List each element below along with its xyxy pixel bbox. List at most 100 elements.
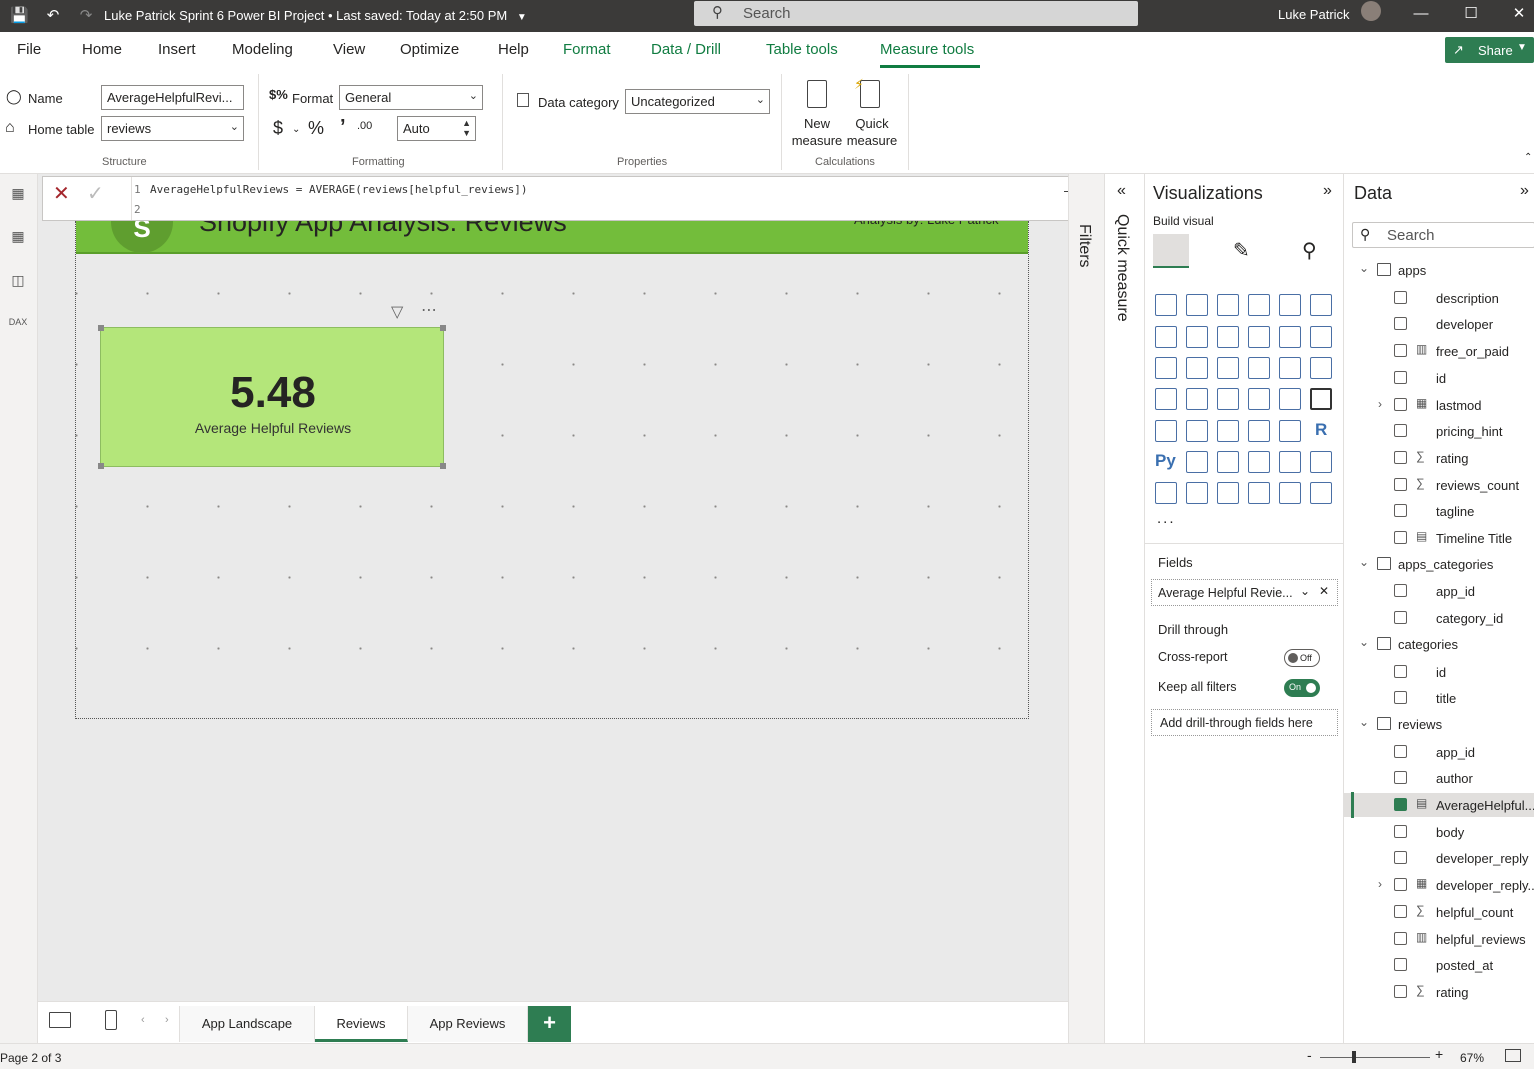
line-visual-icon[interactable] — [1155, 326, 1177, 348]
field-checkbox[interactable] — [1394, 424, 1407, 438]
collapse-ribbon-icon[interactable]: ⌃ — [1524, 152, 1532, 163]
tab-data-drill[interactable]: Data / Drill — [651, 41, 721, 58]
stacked-column-visual-icon[interactable] — [1186, 294, 1208, 316]
field-row[interactable]: body — [1344, 820, 1534, 844]
field-row[interactable]: ▤ Timeline Title — [1344, 526, 1534, 550]
multi-row-card-visual-icon[interactable] — [1155, 420, 1177, 442]
remove-field-icon[interactable]: ✕ — [1319, 584, 1329, 598]
field-row[interactable]: ▥ helpful_reviews — [1344, 927, 1534, 951]
kpi-visual-icon[interactable] — [1186, 420, 1208, 442]
field-checkbox[interactable] — [1394, 504, 1407, 518]
zoom-out-icon[interactable]: - — [1307, 1047, 1312, 1063]
tab-measure-tools[interactable]: Measure tools — [880, 41, 974, 58]
field-row[interactable]: ▤ AverageHelpful... — [1344, 793, 1534, 817]
field-row[interactable]: developer_reply — [1344, 846, 1534, 870]
chevron-left-icon[interactable]: ‹ — [141, 1014, 145, 1026]
chevron-right-icon[interactable]: » — [1520, 182, 1529, 200]
format-select[interactable]: General ⌄ — [339, 85, 483, 110]
data-search-input[interactable]: ⚲ Search — [1352, 222, 1534, 248]
power-automate-visual-icon[interactable] — [1217, 482, 1239, 504]
field-checkbox[interactable] — [1394, 958, 1407, 972]
gauge-visual-icon[interactable] — [1279, 388, 1301, 410]
field-checkbox[interactable] — [1394, 878, 1407, 892]
save-icon[interactable]: 💾 — [10, 7, 29, 25]
analytics-icon[interactable]: ⚲ — [1302, 238, 1317, 263]
chevron-right-icon[interactable]: › — [165, 1014, 169, 1026]
chevron-right-icon[interactable]: » — [1323, 182, 1332, 200]
cancel-formula-icon[interactable]: ✕ — [53, 181, 70, 206]
resize-handle[interactable] — [98, 325, 104, 331]
formula-editor[interactable]: 1 2 AverageHelpfulReviews = AVERAGE(revi… — [131, 177, 1063, 220]
100-column-visual-icon[interactable] — [1310, 294, 1332, 316]
field-row[interactable]: category_id — [1344, 606, 1534, 630]
cross-report-toggle[interactable]: Off — [1284, 649, 1320, 667]
arrow-visual-icon[interactable] — [1310, 482, 1332, 504]
chevron-down-icon[interactable]: ▼ — [517, 12, 527, 23]
chevron-down-icon[interactable]: ⌄ — [1359, 715, 1369, 729]
narrative-visual-icon[interactable] — [1279, 451, 1301, 473]
stacked-bar-visual-icon[interactable] — [1155, 294, 1177, 316]
field-checkbox[interactable] — [1394, 450, 1407, 464]
r-visual-icon[interactable]: R — [1315, 420, 1327, 440]
chevron-left-icon[interactable]: « — [1117, 182, 1126, 200]
share-button[interactable]: ↗ Share ▼ — [1445, 37, 1534, 63]
field-row[interactable]: ∑ rating — [1344, 980, 1534, 1004]
100-area-visual-icon[interactable] — [1248, 326, 1270, 348]
kpi-card[interactable]: 5.48 Average Helpful Reviews — [98, 325, 446, 469]
page-tab-app-landscape[interactable]: App Landscape — [179, 1006, 315, 1042]
table-visual-icon[interactable] — [1248, 420, 1270, 442]
decimal-icon[interactable]: .00 — [357, 120, 372, 132]
stacked-area-visual-icon[interactable] — [1217, 326, 1239, 348]
treemap-visual-icon[interactable] — [1155, 388, 1177, 410]
field-checkbox[interactable] — [1394, 290, 1407, 304]
tab-insert[interactable]: Insert — [158, 41, 196, 58]
waterfall-visual-icon[interactable] — [1186, 357, 1208, 379]
table-row-apps[interactable]: ⌄ apps — [1344, 259, 1534, 283]
funnel-visual-icon[interactable] — [1217, 357, 1239, 379]
key-influencers-visual-icon[interactable] — [1186, 451, 1208, 473]
global-search[interactable]: ⚲ Search — [694, 1, 1138, 26]
tab-modeling[interactable]: Modeling — [232, 41, 293, 58]
decimal-places-input[interactable]: Auto ▲ ▼ — [397, 116, 476, 141]
field-checkbox[interactable] — [1394, 771, 1407, 785]
field-checkbox[interactable] — [1394, 477, 1407, 491]
field-checkbox[interactable] — [1394, 531, 1407, 544]
field-checkbox[interactable] — [1394, 317, 1407, 331]
chevron-down-icon[interactable]: ⌄ — [1359, 261, 1369, 275]
goals-visual-icon[interactable] — [1310, 451, 1332, 473]
more-visuals-icon[interactable]: ... — [1157, 510, 1176, 527]
line-column-visual-icon[interactable] — [1279, 326, 1301, 348]
spin-icon[interactable]: ▲ ▼ — [462, 118, 471, 138]
field-row[interactable]: ∑ reviews_count — [1344, 473, 1534, 497]
field-row[interactable]: pricing_hint — [1344, 419, 1534, 443]
quick-measure-pane-collapsed[interactable]: « Quick measure — [1104, 174, 1144, 1043]
page-tab-app-reviews[interactable]: App Reviews — [408, 1006, 528, 1042]
field-checkbox[interactable] — [1394, 744, 1407, 758]
matrix-visual-icon[interactable] — [1279, 420, 1301, 442]
clustered-column-visual-icon[interactable] — [1248, 294, 1270, 316]
field-checkbox[interactable] — [1394, 397, 1407, 411]
data-category-select[interactable]: Uncategorized ⌄ — [625, 89, 770, 114]
model-view-icon[interactable]: ◫ — [7, 272, 29, 292]
field-row[interactable]: app_id — [1344, 579, 1534, 603]
field-row[interactable]: author — [1344, 766, 1534, 790]
field-row[interactable]: id — [1344, 660, 1534, 684]
dax-query-icon[interactable]: DAX — [7, 317, 29, 337]
report-view-icon[interactable]: ▦ — [7, 185, 29, 205]
line-stacked-column-visual-icon[interactable] — [1310, 326, 1332, 348]
field-checkbox[interactable] — [1394, 691, 1407, 705]
qa-visual-icon[interactable] — [1248, 451, 1270, 473]
field-row[interactable]: developer — [1344, 312, 1534, 336]
paginated-visual-icon[interactable] — [1155, 482, 1177, 504]
slicer-visual-icon[interactable] — [1217, 420, 1239, 442]
field-well-item[interactable]: Average Helpful Revie... ⌄ ✕ — [1151, 579, 1338, 606]
tab-file[interactable]: File — [17, 41, 41, 58]
new-measure-button[interactable]: New measure — [790, 76, 844, 148]
clustered-bar-visual-icon[interactable] — [1217, 294, 1239, 316]
quick-measure-button[interactable]: ⚡ Quick measure — [845, 76, 899, 148]
chevron-down-icon[interactable]: ⌄ — [292, 124, 300, 135]
100-bar-visual-icon[interactable] — [1279, 294, 1301, 316]
commit-formula-icon[interactable]: ✓ — [87, 181, 104, 206]
close-icon[interactable]: ✕ — [1507, 4, 1531, 24]
area-visual-icon[interactable] — [1186, 326, 1208, 348]
